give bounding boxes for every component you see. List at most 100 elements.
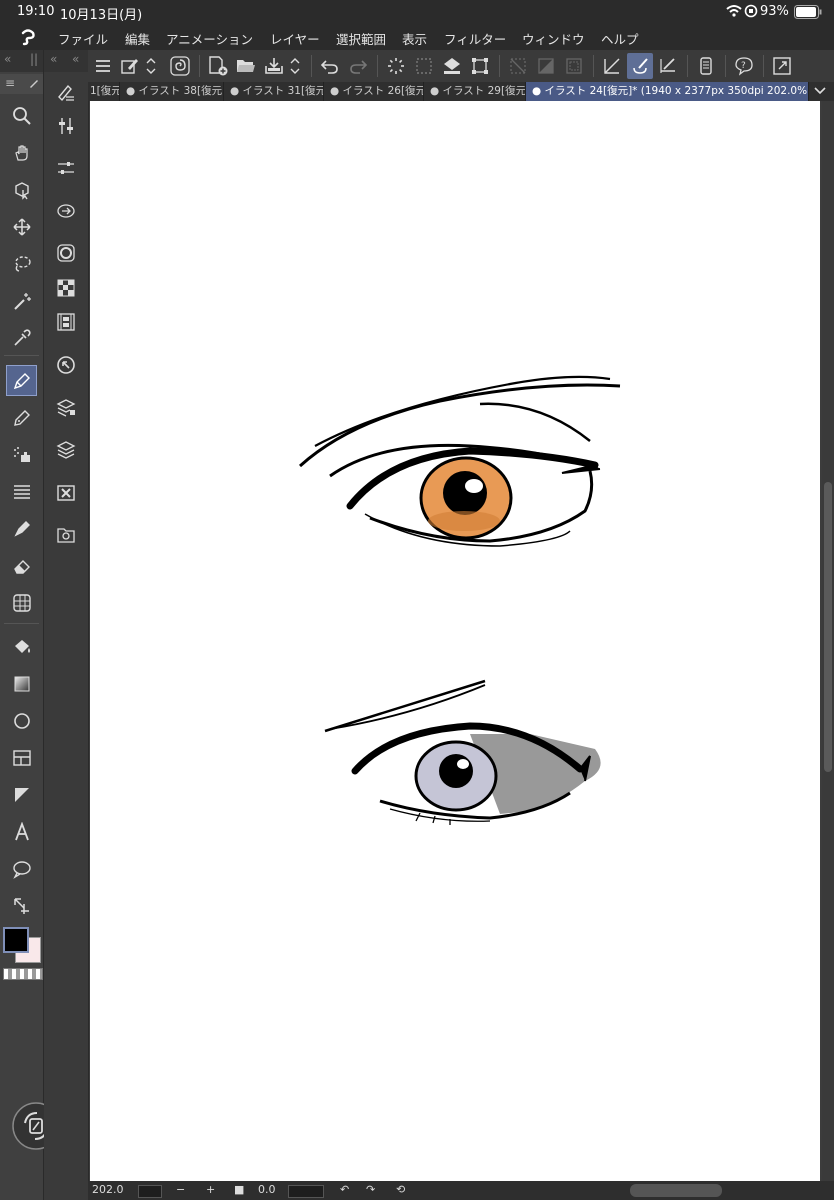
blend-tool[interactable] <box>6 587 37 618</box>
move-layer-tool[interactable] <box>6 211 37 242</box>
main-color-swatch[interactable] <box>3 927 29 953</box>
tool-property-button[interactable] <box>52 112 80 140</box>
save-options-toggle[interactable] <box>287 53 303 79</box>
eraser-tool[interactable] <box>6 550 37 581</box>
color-set-button[interactable] <box>52 274 80 302</box>
layer-palette-button[interactable] <box>52 436 80 464</box>
gradient-tool[interactable] <box>6 668 37 699</box>
menu-button[interactable] <box>90 53 116 79</box>
menu-edit[interactable]: 編集 <box>125 29 150 48</box>
up-down-chevron-icon <box>290 58 300 74</box>
open-file-button[interactable] <box>233 53 259 79</box>
tab-list-chevron-icon[interactable] <box>812 84 828 98</box>
figure-tool[interactable] <box>6 705 37 736</box>
sub-view-button[interactable] <box>52 521 80 549</box>
fullscreen-button[interactable] <box>769 53 795 79</box>
menu-animation[interactable]: アニメーション <box>166 29 253 48</box>
invert-selection-button[interactable] <box>533 53 559 79</box>
material-button[interactable] <box>52 479 80 507</box>
eyedropper-tool[interactable] <box>6 322 37 353</box>
ruler-snap-button[interactable] <box>599 53 625 79</box>
fit-button[interactable]: ■ <box>234 1183 244 1196</box>
navigator-button[interactable] <box>52 351 80 379</box>
rotation-slider[interactable] <box>288 1185 324 1198</box>
menu-view[interactable]: 表示 <box>402 29 427 48</box>
save-button[interactable] <box>261 53 287 79</box>
expand-toggle-button[interactable] <box>143 53 159 79</box>
transform-button[interactable] <box>467 53 493 79</box>
undo-button[interactable] <box>317 53 343 79</box>
menu-filter[interactable]: フィルター <box>444 29 506 48</box>
loading-spinner-button[interactable] <box>383 53 409 79</box>
tab-doc-38[interactable]: ● イラスト 38[復元 <box>120 82 224 101</box>
special-ruler-snap-button[interactable] <box>627 53 653 79</box>
selection-border-button[interactable] <box>561 53 587 79</box>
pen-tool[interactable] <box>6 365 37 396</box>
collapse-left-icon-2[interactable]: « <box>72 52 79 66</box>
collapse-left-icon[interactable]: « <box>50 52 57 66</box>
edit-canvas-button[interactable] <box>117 53 143 79</box>
clear-selection-button[interactable] <box>411 53 437 79</box>
tab-doc-29[interactable]: ● イラスト 29[復元 <box>424 82 526 101</box>
grip-icon[interactable]: || <box>30 52 38 66</box>
new-file-button[interactable] <box>205 53 231 79</box>
app-logo-icon[interactable] <box>18 27 38 47</box>
menu-layer[interactable]: レイヤー <box>270 29 320 48</box>
no-selection-button[interactable] <box>505 53 531 79</box>
rotate-right-icon[interactable]: ↷ <box>366 1183 375 1196</box>
menu-selection[interactable]: 選択範囲 <box>336 29 386 48</box>
text-tool[interactable] <box>6 816 37 847</box>
spiral-button[interactable] <box>167 53 193 79</box>
collapse-chevron-icon[interactable]: « <box>4 52 11 66</box>
ruler-tool[interactable] <box>6 779 37 810</box>
rotate-left-icon[interactable]: ↶ <box>340 1183 349 1196</box>
color-circle-button[interactable] <box>52 239 80 267</box>
command-bar-header: « « <box>44 50 88 72</box>
fill-tool[interactable] <box>6 631 37 662</box>
menu-help[interactable]: ヘルプ <box>601 29 639 48</box>
menu-file[interactable]: ファイル <box>58 29 108 48</box>
horizontal-scrollbar-thumb[interactable] <box>630 1184 722 1197</box>
fill-button[interactable] <box>439 53 465 79</box>
hand-tool[interactable] <box>6 137 37 168</box>
ink-pen-tool[interactable] <box>6 513 37 544</box>
redo-button[interactable] <box>345 53 371 79</box>
zoom-slider[interactable] <box>138 1185 162 1198</box>
color-wheel-icon <box>57 244 75 262</box>
grid-snap-button[interactable] <box>655 53 681 79</box>
color-slider-button[interactable] <box>52 197 80 225</box>
pencil-tool[interactable] <box>6 402 37 433</box>
animation-timeline-button[interactable] <box>52 308 80 336</box>
rotation-value[interactable]: 0.0 <box>258 1183 276 1196</box>
zoom-in-button[interactable]: + <box>206 1183 215 1196</box>
layer-property-button[interactable] <box>52 394 80 422</box>
tab-doc-26[interactable]: ● イラスト 26[復元 <box>324 82 424 101</box>
tab-doc-1[interactable]: 1[復元 <box>88 82 120 101</box>
fountain-pen-icon <box>13 520 30 537</box>
brush-size-button[interactable] <box>52 154 80 182</box>
lasso-select-tool[interactable] <box>6 248 37 279</box>
sub-tool-button[interactable] <box>52 78 80 106</box>
tab-doc-24-active[interactable]: ● イラスト 24[復元]* (1940 x 2377px 350dpi 202… <box>526 82 809 101</box>
transparent-color-swatch[interactable] <box>3 968 43 980</box>
zoom-tool[interactable] <box>6 100 37 131</box>
drawing-canvas[interactable] <box>90 101 820 1181</box>
slash-square-icon <box>510 58 526 74</box>
correct-line-tool[interactable] <box>6 890 37 921</box>
reset-rotation-icon[interactable]: ⟲ <box>396 1183 405 1196</box>
airbrush-tool[interactable] <box>6 439 37 470</box>
frame-border-tool[interactable] <box>6 742 37 773</box>
tab-doc-31[interactable]: ● イラスト 31[復元 <box>224 82 324 101</box>
help-button[interactable]: ? <box>731 53 757 79</box>
zoom-value[interactable]: 202.0 <box>92 1183 124 1196</box>
vertical-scrollbar-thumb[interactable] <box>824 482 832 772</box>
object-select-icon <box>14 181 29 200</box>
zoom-out-button[interactable]: − <box>176 1183 185 1196</box>
operation-tool[interactable] <box>6 174 37 205</box>
smartphone-connect-button[interactable] <box>693 53 719 79</box>
palette-menu-icon[interactable]: ≡ <box>5 76 15 90</box>
balloon-tool[interactable] <box>6 853 37 884</box>
decoration-tool[interactable] <box>6 476 37 507</box>
magic-wand-tool[interactable] <box>6 285 37 316</box>
menu-window[interactable]: ウィンドウ <box>522 29 585 48</box>
